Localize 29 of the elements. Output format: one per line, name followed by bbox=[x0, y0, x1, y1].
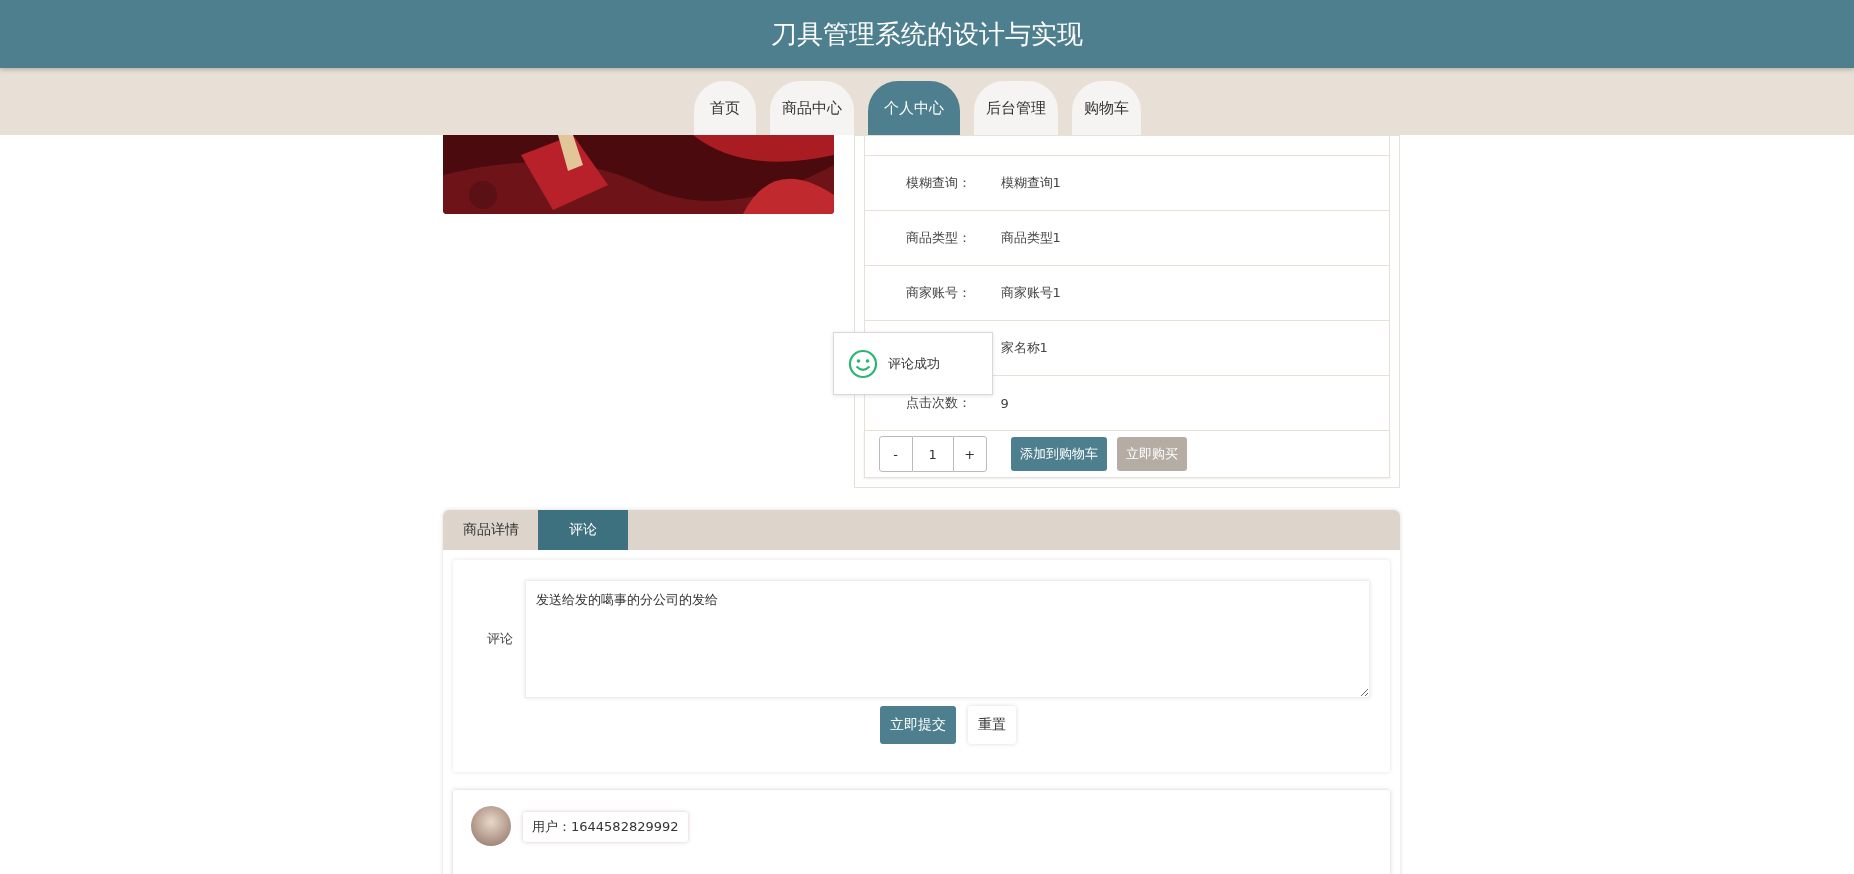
add-to-cart-button[interactable]: 添加到购物车 bbox=[1010, 437, 1107, 471]
site-title: 刀具管理系统的设计与实现 bbox=[771, 17, 1083, 51]
reset-button[interactable]: 重置 bbox=[967, 706, 1016, 744]
quantity-field[interactable]: 1 bbox=[912, 436, 953, 472]
nav-tab[interactable]: 个人中心 bbox=[867, 81, 960, 135]
field-label: 点击次数： bbox=[905, 395, 971, 410]
avatar-icon bbox=[471, 806, 511, 846]
field-value: 模糊查询1 bbox=[1000, 174, 1061, 192]
submit-button[interactable]: 立即提交 bbox=[879, 706, 956, 744]
field-value: 商家账号1 bbox=[1000, 284, 1061, 302]
field-value: 商品类型1 bbox=[1000, 229, 1061, 247]
nav-tab[interactable]: 购物车 bbox=[1071, 81, 1141, 135]
toast-message: 评论成功 bbox=[888, 354, 940, 373]
smiley-icon bbox=[848, 348, 878, 379]
increment-button[interactable]: + bbox=[952, 436, 987, 472]
nav-tab[interactable]: 后台管理 bbox=[973, 81, 1058, 135]
field-value: 家名称1 bbox=[1000, 339, 1048, 357]
field-label: 商品类型： bbox=[905, 230, 971, 245]
comment-user: 用户：1644582829992 bbox=[523, 812, 688, 842]
nav-tab[interactable]: 首页 bbox=[693, 81, 756, 135]
field-value: 9 bbox=[1000, 395, 1009, 411]
detail-tab[interactable]: 评论 bbox=[538, 510, 628, 550]
comment-label: 评论 bbox=[486, 630, 513, 648]
nav-tab[interactable]: 商品中心 bbox=[769, 81, 854, 135]
field-label: 商家账号： bbox=[905, 285, 971, 300]
comment-field[interactable]: 发送给发的噶事的分公司的发给 bbox=[525, 580, 1370, 698]
decrement-button[interactable]: - bbox=[878, 436, 913, 472]
detail-tab[interactable]: 商品详情 bbox=[443, 510, 538, 550]
field-label: 模糊查询： bbox=[905, 175, 971, 190]
